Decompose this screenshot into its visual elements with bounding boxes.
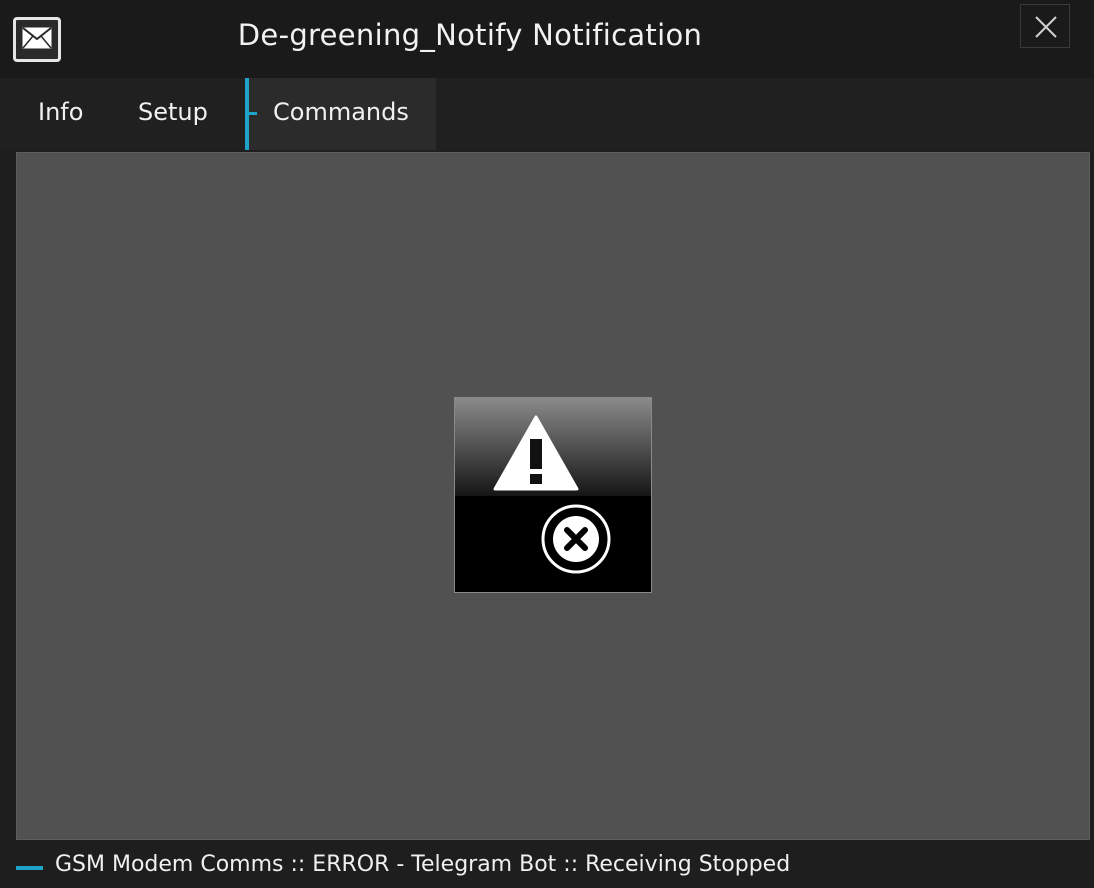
tab-info[interactable]: Info bbox=[38, 78, 83, 150]
close-icon bbox=[1035, 16, 1057, 38]
error-icon bbox=[541, 504, 611, 574]
status-indicator bbox=[16, 866, 43, 870]
window-title: De-greening_Notify Notification bbox=[237, 18, 703, 52]
tab-setup[interactable]: Setup bbox=[138, 78, 208, 150]
active-tab-tick bbox=[249, 112, 257, 115]
alert-tile[interactable] bbox=[454, 397, 652, 593]
tab-commands[interactable]: Commands bbox=[245, 78, 436, 150]
tab-bar: Info Setup Commands bbox=[0, 78, 1094, 150]
status-bar: GSM Modem Comms :: ERROR - Telegram Bot … bbox=[0, 846, 1094, 888]
envelope-icon bbox=[13, 17, 61, 62]
title-bar: De-greening_Notify Notification bbox=[0, 0, 1094, 78]
warning-icon bbox=[493, 415, 579, 491]
status-text: GSM Modem Comms :: ERROR - Telegram Bot … bbox=[55, 852, 791, 877]
close-button[interactable] bbox=[1020, 4, 1070, 48]
notification-window: De-greening_Notify Notification Info Set… bbox=[0, 0, 1094, 888]
tab-commands-label: Commands bbox=[273, 98, 409, 126]
